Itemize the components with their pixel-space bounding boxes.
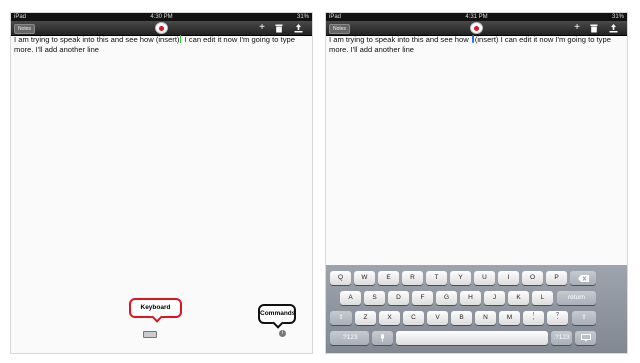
key-w[interactable]: W <box>354 271 375 285</box>
plus-icon[interactable]: + <box>257 22 267 34</box>
keyboard-icon[interactable] <box>143 331 157 338</box>
key-d[interactable]: D <box>388 291 409 305</box>
record-button[interactable] <box>154 22 168 34</box>
keyboard-callout-label: Keyboard <box>140 304 171 311</box>
key-t[interactable]: T <box>426 271 447 285</box>
key-sub-label: ? <box>556 312 559 318</box>
key-period[interactable]: ?. <box>547 311 568 325</box>
key-f[interactable]: F <box>412 291 433 305</box>
key-c[interactable]: C <box>403 311 424 325</box>
info-icon[interactable]: i <box>279 330 286 337</box>
battery-label: 31% <box>296 14 309 20</box>
note-text-before: I am trying to speak into this and see h… <box>329 35 471 44</box>
shift-icon: ⇧ <box>338 314 344 321</box>
toolbar: Notes + <box>326 21 627 36</box>
status-time: 4:30 PM <box>150 14 173 20</box>
key-comma[interactable]: !, <box>523 311 544 325</box>
microphone-icon <box>381 334 384 342</box>
key-a[interactable]: A <box>340 291 361 305</box>
numbers-key[interactable]: .?123 <box>330 331 369 345</box>
return-key[interactable]: return <box>557 291 596 305</box>
key-m[interactable]: M <box>499 311 520 325</box>
key-sub-label: ! <box>532 312 535 318</box>
plus-icon[interactable]: + <box>572 22 582 34</box>
numbers-key-right[interactable]: .?123 <box>551 331 572 345</box>
key-j[interactable]: J <box>484 291 505 305</box>
key-g[interactable]: G <box>436 291 457 305</box>
on-screen-keyboard: Q W E R T Y U I O P A S D F G H J K L re… <box>326 265 627 353</box>
space-bar[interactable] <box>396 331 548 345</box>
status-bar: iPad 4:30 PM 31% <box>11 13 312 21</box>
key-h[interactable]: H <box>460 291 481 305</box>
key-r[interactable]: R <box>402 271 423 285</box>
commands-callout: Commands <box>258 304 296 329</box>
key-k[interactable]: K <box>508 291 529 305</box>
toolbar: Notes + <box>11 21 312 36</box>
keyboard-callout: Keyboard <box>129 298 182 323</box>
record-icon <box>473 25 479 31</box>
key-x[interactable]: X <box>379 311 400 325</box>
note-text[interactable]: I am trying to speak into this and see h… <box>14 35 309 55</box>
share-icon[interactable] <box>293 22 303 34</box>
trash-icon[interactable] <box>274 22 284 34</box>
record-button[interactable] <box>469 22 483 34</box>
key-e[interactable]: E <box>378 271 399 285</box>
key-u[interactable]: U <box>474 271 495 285</box>
commands-callout-label: Commands <box>260 310 296 317</box>
notes-button[interactable]: Notes <box>329 24 351 34</box>
key-s[interactable]: S <box>364 291 385 305</box>
hide-keyboard-key[interactable] <box>575 331 596 345</box>
status-time: 4:31 PM <box>465 14 488 20</box>
note-text[interactable]: I am trying to speak into this and see h… <box>329 35 624 55</box>
text-cursor <box>471 35 474 43</box>
key-l[interactable]: L <box>532 291 553 305</box>
key-o[interactable]: O <box>522 271 543 285</box>
key-y[interactable]: Y <box>450 271 471 285</box>
battery-label: 31% <box>611 14 624 20</box>
key-n[interactable]: N <box>475 311 496 325</box>
key-p[interactable]: P <box>546 271 567 285</box>
key-b[interactable]: B <box>451 311 472 325</box>
key-q[interactable]: Q <box>330 271 351 285</box>
notes-button[interactable]: Notes <box>14 24 36 34</box>
ipad-screen-right: iPad 4:31 PM 31% Notes + I am trying to … <box>325 12 628 354</box>
backspace-icon <box>577 274 589 282</box>
note-text-before: I am trying to speak into this and see h… <box>14 35 180 44</box>
key-i[interactable]: I <box>498 271 519 285</box>
key-z[interactable]: Z <box>355 311 376 325</box>
dictation-key[interactable] <box>372 331 393 345</box>
shift-icon: ⇧ <box>581 314 587 321</box>
backspace-key[interactable] <box>570 271 596 285</box>
key-v[interactable]: V <box>427 311 448 325</box>
shift-key-right[interactable]: ⇧ <box>572 311 596 325</box>
status-bar: iPad 4:31 PM 31% <box>326 13 627 21</box>
trash-icon[interactable] <box>589 22 599 34</box>
keyboard-hide-icon <box>580 334 591 342</box>
share-icon[interactable] <box>608 22 618 34</box>
shift-key[interactable]: ⇧ <box>330 311 352 325</box>
record-icon <box>158 25 164 31</box>
